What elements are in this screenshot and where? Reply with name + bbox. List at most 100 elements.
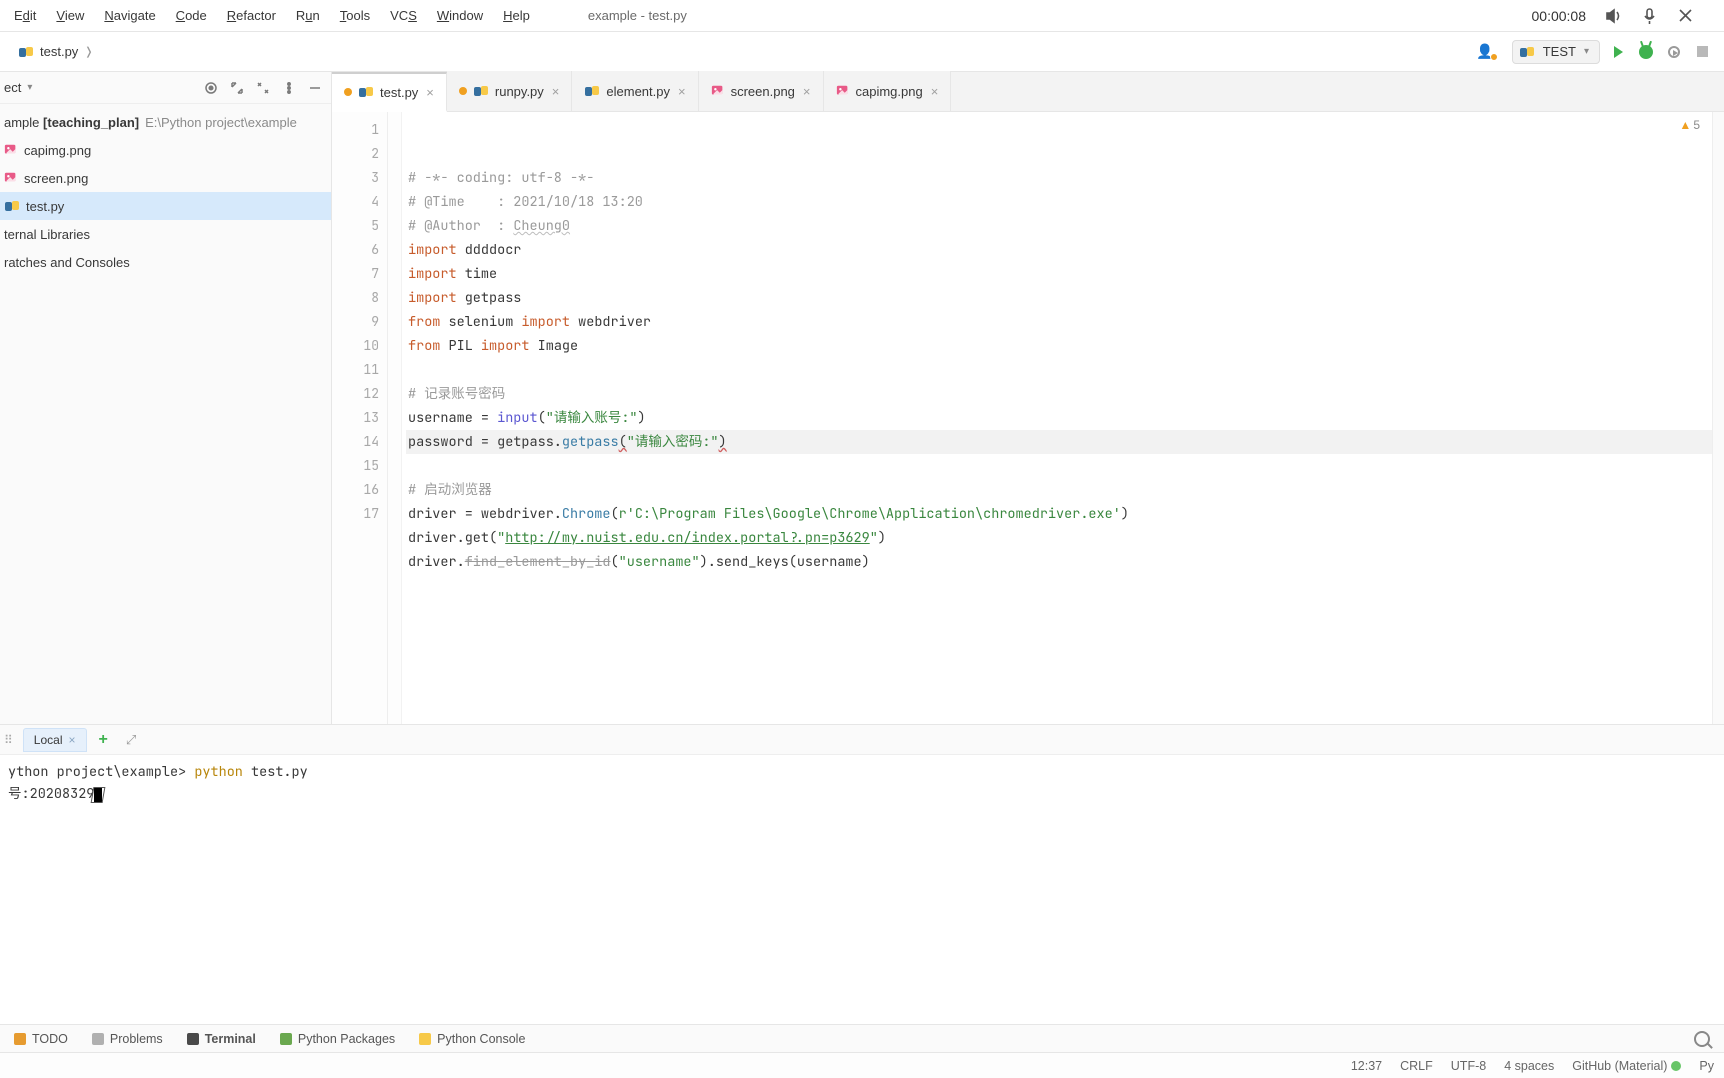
code-line[interactable]: # 记录账号密码 [406,382,1724,406]
breadcrumb[interactable]: test.py ❭ [8,40,104,64]
menu-help[interactable]: Help [493,4,540,27]
tab-label: runpy.py [495,84,544,99]
project-selector[interactable]: ect [0,80,21,95]
close-icon[interactable]: × [426,85,434,100]
line-separator[interactable]: CRLF [1400,1059,1433,1073]
editor-gutter[interactable]: 1234567891011121314151617 [332,112,388,724]
run-configuration-selector[interactable]: TEST ▾ [1512,40,1600,64]
warning-count: 5 [1693,118,1700,132]
toolwindow-tab-terminal[interactable]: Terminal [187,1032,256,1046]
interpreter-indicator[interactable]: Py [1699,1059,1714,1073]
editor-tab[interactable]: capimg.png× [824,71,952,111]
terminal-tab-label: Local [34,733,63,747]
code-line[interactable]: # -*- coding: utf-8 -*- [406,166,1724,190]
fold-strip[interactable] [388,112,402,724]
tree-file[interactable]: capimg.png [0,136,331,164]
code-line[interactable]: password = getpass.getpass("请输入密码:") [406,430,1724,454]
python-file-icon [473,83,489,99]
debug-button[interactable] [1638,44,1654,60]
code-line[interactable] [406,454,1724,478]
indent-setting[interactable]: 4 spaces [1504,1059,1554,1073]
menu-run[interactable]: Run [286,4,330,27]
project-root[interactable]: ample [teaching_plan] E:\Python project\… [0,108,331,136]
code-line[interactable]: driver.find_element_by_id("username").se… [406,550,1724,574]
close-icon[interactable]: × [803,84,811,99]
file-encoding[interactable]: UTF-8 [1451,1059,1486,1073]
close-recording-icon[interactable] [1674,4,1698,28]
run-button[interactable] [1610,44,1626,60]
terminal-prompt: ython project\example> [8,763,186,781]
code-line[interactable]: import ddddocr [406,238,1724,262]
terminal-input-value: 20208329 [30,785,95,803]
terminal-output[interactable]: ython project\example> python test.py 号:… [0,755,1724,1024]
code-line[interactable]: driver = webdriver.Chrome(r'C:\Program F… [406,502,1724,526]
close-icon[interactable]: × [68,733,75,747]
inspection-badge[interactable]: ▲ 5 [1679,118,1700,132]
close-icon[interactable]: × [552,84,560,99]
theme-indicator[interactable]: GitHub (Material) [1572,1059,1681,1073]
terminal-drag-handle[interactable]: ⠿ [4,733,13,747]
editor-tabs: test.py×runpy.py×element.py×screen.png×c… [332,72,1724,112]
code-line[interactable]: # 启动浏览器 [406,478,1724,502]
code-line[interactable]: from PIL import Image [406,334,1724,358]
code-line[interactable] [406,358,1724,382]
speaker-icon[interactable] [1602,4,1626,28]
tab-label: element.py [606,84,670,99]
code-line[interactable]: import getpass [406,286,1724,310]
locate-file-icon[interactable] [201,78,221,98]
editor-tab[interactable]: screen.png× [699,71,824,111]
terminal-command: python [194,763,243,781]
code-line[interactable]: username = input("请输入账号:") [406,406,1724,430]
toolwindow-tab-python-console[interactable]: Python Console [419,1032,525,1046]
tree-node[interactable]: ratches and Consoles [0,248,331,276]
menu-tools[interactable]: Tools [330,4,380,27]
code-line[interactable]: # @Time : 2021/10/18 13:20 [406,190,1724,214]
code-line[interactable]: # @Author : Cheung0 [406,214,1724,238]
toolwindow-tab-python-packages[interactable]: Python Packages [280,1032,395,1046]
tree-file[interactable]: screen.png [0,164,331,192]
tool-window-bar: TODO Problems Terminal Python Packages Pytho… [0,1024,1724,1052]
menu-view[interactable]: View [46,4,94,27]
code-line[interactable]: from selenium import webdriver [406,310,1724,334]
toolwindow-tab-problems[interactable]: Problems [92,1032,163,1046]
tree-node[interactable]: ternal Libraries [0,220,331,248]
python-file-icon [4,198,20,214]
close-icon[interactable]: × [678,84,686,99]
tool-icon [419,1033,431,1045]
menu-window[interactable]: Window [427,4,493,27]
tree-file[interactable]: test.py [0,192,331,220]
image-file-icon [4,171,18,185]
editor-tab[interactable]: element.py × [572,71,698,111]
image-file-icon [836,84,850,98]
menu-edit[interactable]: Edit [4,4,46,27]
search-icon[interactable] [1694,1031,1710,1047]
new-terminal-button[interactable]: + [91,731,116,749]
editor-tab[interactable]: test.py× [332,72,447,112]
stop-button[interactable] [1694,44,1710,60]
collapse-all-icon[interactable] [253,78,273,98]
mic-icon[interactable] [1638,4,1662,28]
overview-ruler[interactable] [1712,112,1724,724]
terminal-tab-local[interactable]: Local × [23,728,87,752]
terminal-tool-window: ⠿ Local × + ⤢ ython project\example> pyt… [0,724,1724,1024]
tool-icon [14,1033,26,1045]
toolwindow-tab-todo[interactable]: TODO [14,1032,68,1046]
code-line[interactable]: import time [406,262,1724,286]
code-editor[interactable]: # -*- coding: utf-8 -*-# @Time : 2021/10… [402,112,1724,724]
close-icon[interactable]: × [931,84,939,99]
project-tool-window: ect ▾ ample [teaching_plan] E:\Python pr… [0,72,332,724]
maximize-terminal-icon[interactable]: ⤢ [120,732,142,748]
menu-refactor[interactable]: Refactor [217,4,286,27]
menu-code[interactable]: Code [166,4,217,27]
run-with-coverage-button[interactable] [1666,44,1682,60]
code-with-me-icon[interactable]: 👤 [1476,43,1493,60]
project-tree[interactable]: ample [teaching_plan] E:\Python project\… [0,104,331,276]
menu-navigate[interactable]: Navigate [94,4,165,27]
expand-all-icon[interactable] [227,78,247,98]
caret-position[interactable]: 12:37 [1351,1059,1382,1073]
hide-tool-window-icon[interactable] [305,78,325,98]
code-line[interactable]: driver.get("http://my.nuist.edu.cn/index… [406,526,1724,550]
options-icon[interactable] [279,78,299,98]
editor-tab[interactable]: runpy.py × [447,71,573,111]
menu-vcs[interactable]: VCS [380,4,427,27]
